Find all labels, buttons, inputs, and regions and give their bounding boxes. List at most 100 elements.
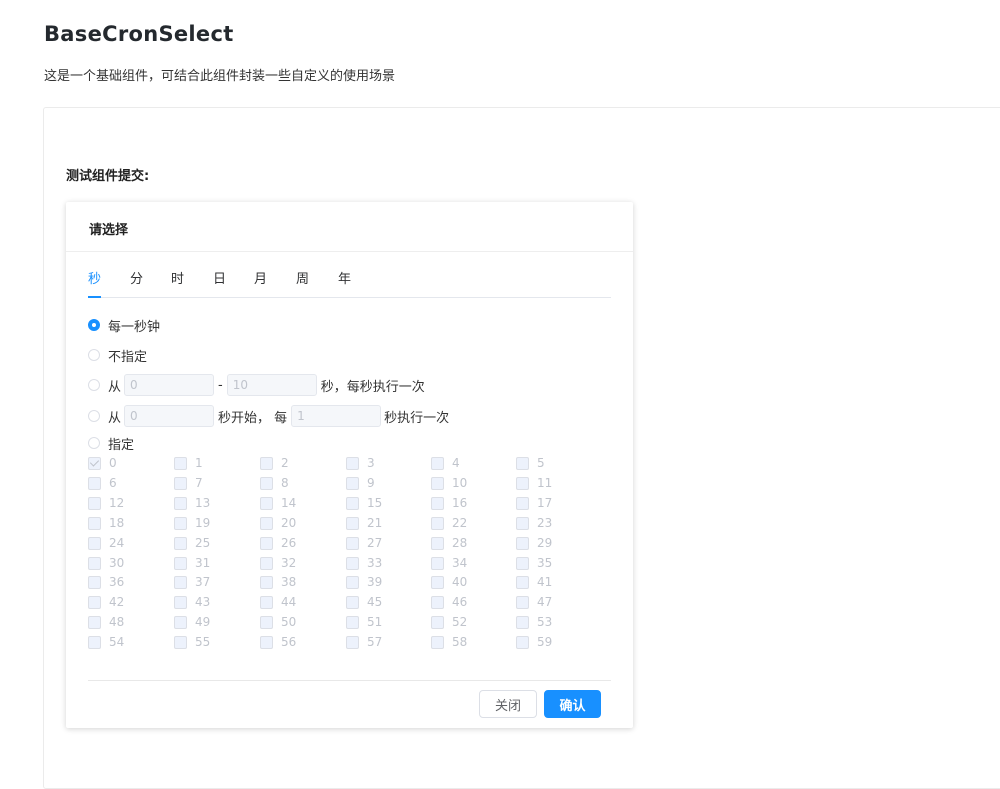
checkbox-box[interactable]: [88, 456, 101, 470]
tab-hour[interactable]: 时: [171, 268, 184, 287]
second-checkbox-20[interactable]: 20: [260, 515, 296, 531]
checkbox-box[interactable]: [260, 575, 273, 589]
second-checkbox-6[interactable]: 6: [88, 475, 117, 491]
checkbox-box[interactable]: [260, 536, 273, 550]
second-checkbox-46[interactable]: 46: [431, 594, 467, 610]
tab-minute[interactable]: 分: [130, 268, 143, 287]
checkbox-box[interactable]: [88, 595, 101, 609]
confirm-button[interactable]: 确认: [544, 690, 601, 718]
second-checkbox-27[interactable]: 27: [346, 535, 382, 551]
checkbox-box[interactable]: [346, 476, 359, 490]
checkbox-box[interactable]: [88, 635, 101, 649]
interval-step-input[interactable]: 1: [291, 405, 382, 427]
checkbox-box[interactable]: [174, 456, 187, 470]
second-checkbox-54[interactable]: 54: [88, 634, 124, 650]
second-checkbox-45[interactable]: 45: [346, 594, 382, 610]
checkbox-box[interactable]: [431, 556, 444, 570]
second-checkbox-19[interactable]: 19: [174, 515, 210, 531]
second-checkbox-28[interactable]: 28: [431, 535, 467, 551]
checkbox-box[interactable]: [346, 456, 359, 470]
second-checkbox-36[interactable]: 36: [88, 574, 124, 590]
checkbox-box[interactable]: [88, 476, 101, 490]
tab-year[interactable]: 年: [338, 268, 351, 287]
checkbox-box[interactable]: [174, 595, 187, 609]
second-checkbox-11[interactable]: 11: [516, 475, 552, 491]
checkbox-box[interactable]: [431, 595, 444, 609]
checkbox-box[interactable]: [88, 615, 101, 629]
second-checkbox-29[interactable]: 29: [516, 535, 552, 551]
checkbox-box[interactable]: [260, 635, 273, 649]
second-checkbox-55[interactable]: 55: [174, 634, 210, 650]
option-every-second[interactable]: 每一秒钟: [88, 314, 160, 336]
checkbox-box[interactable]: [346, 556, 359, 570]
checkbox-box[interactable]: [516, 476, 529, 490]
checkbox-box[interactable]: [431, 516, 444, 530]
second-checkbox-51[interactable]: 51: [346, 614, 382, 630]
checkbox-box[interactable]: [88, 575, 101, 589]
checkbox-box[interactable]: [516, 456, 529, 470]
checkbox-box[interactable]: [516, 595, 529, 609]
checkbox-box[interactable]: [260, 595, 273, 609]
second-checkbox-33[interactable]: 33: [346, 555, 382, 571]
checkbox-box[interactable]: [431, 635, 444, 649]
checkbox-box[interactable]: [346, 536, 359, 550]
second-checkbox-12[interactable]: 12: [88, 495, 124, 511]
second-checkbox-13[interactable]: 13: [174, 495, 210, 511]
second-checkbox-58[interactable]: 58: [431, 634, 467, 650]
second-checkbox-9[interactable]: 9: [346, 475, 375, 491]
checkbox-box[interactable]: [88, 516, 101, 530]
second-checkbox-8[interactable]: 8: [260, 475, 289, 491]
radio-specific[interactable]: [88, 437, 100, 449]
checkbox-box[interactable]: [88, 496, 101, 510]
second-checkbox-15[interactable]: 15: [346, 495, 382, 511]
checkbox-box[interactable]: [346, 516, 359, 530]
second-checkbox-49[interactable]: 49: [174, 614, 210, 630]
radio-every[interactable]: [88, 319, 100, 331]
second-checkbox-39[interactable]: 39: [346, 574, 382, 590]
second-checkbox-57[interactable]: 57: [346, 634, 382, 650]
checkbox-box[interactable]: [516, 536, 529, 550]
checkbox-box[interactable]: [431, 496, 444, 510]
second-checkbox-21[interactable]: 21: [346, 515, 382, 531]
second-checkbox-4[interactable]: 4: [431, 455, 460, 471]
checkbox-box[interactable]: [346, 615, 359, 629]
second-checkbox-48[interactable]: 48: [88, 614, 124, 630]
tab-second[interactable]: 秒: [88, 268, 101, 287]
radio-range[interactable]: [88, 379, 100, 391]
radio-none[interactable]: [88, 349, 100, 361]
checkbox-box[interactable]: [260, 456, 273, 470]
second-checkbox-44[interactable]: 44: [260, 594, 296, 610]
second-checkbox-0[interactable]: 0: [88, 455, 117, 471]
second-checkbox-43[interactable]: 43: [174, 594, 210, 610]
second-checkbox-32[interactable]: 32: [260, 555, 296, 571]
option-specific[interactable]: 指定: [88, 432, 134, 454]
second-checkbox-5[interactable]: 5: [516, 455, 545, 471]
second-checkbox-23[interactable]: 23: [516, 515, 552, 531]
tab-week[interactable]: 周: [296, 268, 309, 287]
second-checkbox-34[interactable]: 34: [431, 555, 467, 571]
second-checkbox-52[interactable]: 52: [431, 614, 467, 630]
radio-interval[interactable]: [88, 410, 100, 422]
second-checkbox-10[interactable]: 10: [431, 475, 467, 491]
second-checkbox-22[interactable]: 22: [431, 515, 467, 531]
range-to-input[interactable]: 10: [226, 374, 317, 396]
second-checkbox-56[interactable]: 56: [260, 634, 296, 650]
second-checkbox-31[interactable]: 31: [174, 555, 210, 571]
checkbox-box[interactable]: [260, 476, 273, 490]
checkbox-box[interactable]: [431, 476, 444, 490]
checkbox-box[interactable]: [516, 556, 529, 570]
checkbox-box[interactable]: [260, 556, 273, 570]
checkbox-box[interactable]: [174, 575, 187, 589]
tab-month[interactable]: 月: [254, 268, 267, 287]
second-checkbox-14[interactable]: 14: [260, 495, 296, 511]
second-checkbox-17[interactable]: 17: [516, 495, 552, 511]
second-checkbox-40[interactable]: 40: [431, 574, 467, 590]
checkbox-box[interactable]: [431, 575, 444, 589]
close-button[interactable]: 关闭: [479, 690, 537, 718]
range-from-input[interactable]: 0: [124, 374, 215, 396]
option-range[interactable]: 从 0 - 10 秒，每秒执行一次: [88, 374, 425, 396]
second-checkbox-25[interactable]: 25: [174, 535, 210, 551]
checkbox-box[interactable]: [516, 575, 529, 589]
checkbox-box[interactable]: [516, 635, 529, 649]
option-not-specified[interactable]: 不指定: [88, 344, 147, 366]
